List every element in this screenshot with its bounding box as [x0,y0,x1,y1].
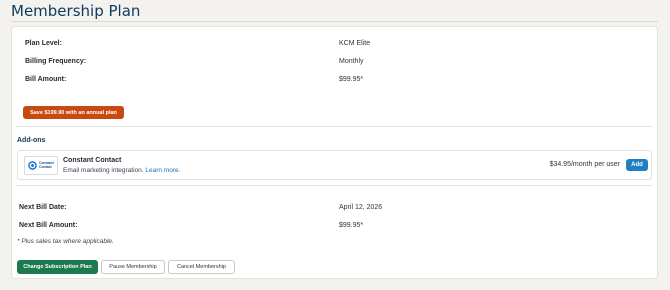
cancel-membership-button[interactable]: Cancel Membership [168,260,235,274]
next-bill-amount-value: $99.95* [339,222,364,229]
change-subscription-button[interactable]: Change Subscription Plan [17,260,98,274]
addon-item: Constant Contact Constant Contact Email … [17,150,652,180]
annual-plan-button[interactable]: Save $199.90 with an annual plan [23,106,124,119]
plan-level-value: KCM Elite [339,40,371,47]
addon-name: Constant Contact [63,157,122,164]
logo-wordmark: Constant Contact [39,160,54,169]
addon-description: Email marketing integration. Learn more. [63,167,181,174]
billing-frequency-label: Billing Frequency: [25,58,87,65]
add-addon-button[interactable]: Add [626,159,648,171]
addon-price: $34.95/month per user [549,161,620,168]
plan-level-label: Plan Level: [25,40,62,47]
billing-frequency-value: Monthly [339,58,364,65]
next-bill-date-label: Next Bill Date: [19,204,67,211]
addons-heading: Add-ons [17,137,46,144]
constant-contact-logo-icon: Constant Contact [24,156,58,175]
constant-contact-mark-icon [28,161,37,170]
pause-membership-button[interactable]: Pause Membership [101,260,165,274]
title-divider [11,21,658,22]
section-divider [16,126,652,127]
tax-note: * Plus sales tax where applicable. [17,238,114,245]
membership-card: Plan Level: KCM Elite Billing Frequency:… [11,26,658,279]
bill-amount-value: $99.95* [339,76,364,83]
learn-more-link[interactable]: Learn more. [145,167,180,174]
next-bill-date-value: April 12, 2026 [339,204,383,211]
section-divider [16,185,652,186]
bill-amount-label: Bill Amount: [25,76,67,83]
next-bill-amount-label: Next Bill Amount: [19,222,78,229]
page-title: Membership Plan [11,2,141,20]
